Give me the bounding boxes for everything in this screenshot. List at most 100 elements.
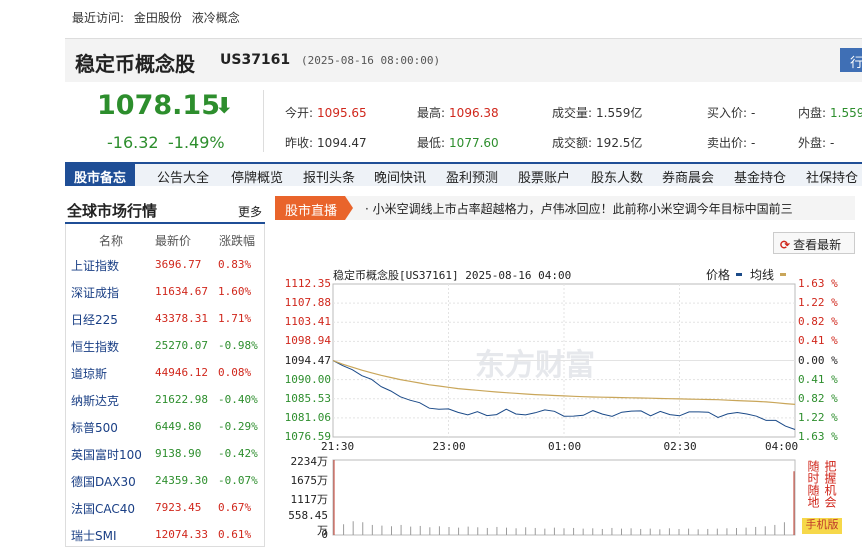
market-row[interactable]: 恒生指数 25270.07 -0.98% <box>66 332 266 359</box>
market-row[interactable]: 深证成指 11634.67 1.60% <box>66 278 266 305</box>
low-value: 1077.60 <box>449 136 499 150</box>
market-row[interactable]: 英国富时100 9138.90 -0.42% <box>66 440 266 467</box>
high-value: 1096.38 <box>449 106 499 120</box>
volume-label: 成交量: <box>552 106 593 120</box>
market-price: 6449.80 <box>155 420 202 433</box>
market-price: 43378.31 <box>155 312 208 325</box>
low-cell: 最低: 1077.60 <box>417 134 499 151</box>
market-name[interactable]: 上证指数 <box>71 257 119 274</box>
nav-item-7[interactable]: 券商晨会 <box>662 167 714 186</box>
x-tick-label: 23:00 <box>432 440 466 453</box>
volume-value: 1.559亿 <box>596 106 643 120</box>
sub-nav: 股市备忘 公告大全 停牌概览 报刊头条 晚间快讯 盈利预测 股票账户 股东人数 … <box>65 162 862 186</box>
open-value: 1095.65 <box>317 106 367 120</box>
recent-link-0[interactable]: 金田股份 <box>134 11 182 25</box>
live-tag-tip <box>345 196 353 220</box>
legend-avg-swatch <box>780 273 787 276</box>
pct-tick-label: 0.82 % <box>798 391 838 405</box>
top-bar: 最近访问: 金田股份 液冷概念 <box>0 0 862 36</box>
market-name[interactable]: 日经225 <box>71 311 118 328</box>
mobile-text-line: 把握机会 <box>823 460 837 508</box>
market-row[interactable]: 标普500 6449.80 -0.29% <box>66 413 266 440</box>
mobile-promo[interactable]: 随时随地 把握机会 手机版 <box>802 460 842 534</box>
nav-active-tab[interactable]: 股市备忘 <box>65 164 135 186</box>
x-tick-label: 21:30 <box>321 440 355 453</box>
open-label: 今开: <box>285 106 314 120</box>
nav-item-6[interactable]: 股东人数 <box>591 167 643 186</box>
pct-tick-label: 0.41 % <box>798 334 838 348</box>
trade-button[interactable]: 行 <box>840 48 862 72</box>
y-tick-label: 1103.41 <box>284 315 331 329</box>
volume-tick-label: 1675万 <box>290 473 329 487</box>
legend-price-label: 价格 <box>706 268 731 282</box>
recent-visits: 最近访问: 金田股份 液冷概念 <box>72 9 240 26</box>
ask-label: 卖出价: <box>707 136 748 150</box>
bid-cell: 买入价: - <box>707 104 755 121</box>
market-change: -0.98% <box>218 339 258 352</box>
x-tick-label: 02:30 <box>663 440 697 453</box>
prev-close-cell: 昨收: 1094.47 <box>285 134 367 151</box>
market-row[interactable]: 日经225 43378.31 1.71% <box>66 305 266 332</box>
price-change-pct: -1.49% <box>168 133 225 152</box>
nav-item-4[interactable]: 盈利预测 <box>446 167 498 186</box>
volume-tick-label: 0 <box>321 528 328 541</box>
inner-label: 内盘: <box>798 106 827 120</box>
market-change: -0.40% <box>218 393 258 406</box>
stock-name: 稳定币概念股 <box>75 52 195 76</box>
volume-tick-label: 1117万 <box>290 492 329 506</box>
market-row[interactable]: 道琼斯 44946.12 0.08% <box>66 359 266 386</box>
y-tick-label: 1085.53 <box>284 391 331 405</box>
market-name[interactable]: 德国DAX30 <box>71 473 136 490</box>
market-name[interactable]: 深证成指 <box>71 284 119 301</box>
market-name[interactable]: 法国CAC40 <box>71 500 135 517</box>
market-row[interactable]: 纳斯达克 21622.98 -0.40% <box>66 386 266 413</box>
refresh-label: 查看最新 <box>793 238 842 252</box>
market-price: 24359.30 <box>155 474 208 487</box>
more-link[interactable]: 更多 <box>238 203 262 220</box>
market-price: 9138.90 <box>155 447 202 460</box>
nav-item-2[interactable]: 报刊头条 <box>303 167 355 186</box>
market-name[interactable]: 标普500 <box>71 419 118 436</box>
live-news-link[interactable]: · 小米空调线上市占率超越格力，卢伟冰回应！此前称小米空调今年目标中国前三 <box>365 200 855 217</box>
nav-item-0[interactable]: 公告大全 <box>157 167 209 186</box>
nav-item-5[interactable]: 股票账户 <box>518 167 570 186</box>
col-header-price: 最新价 <box>155 234 192 248</box>
nav-item-1[interactable]: 停牌概览 <box>231 167 283 186</box>
market-change: 0.08% <box>218 366 252 379</box>
market-change: -0.07% <box>218 474 258 487</box>
y-tick-label: 1090.00 <box>284 372 331 386</box>
bid-label: 买入价: <box>707 106 748 120</box>
live-tag: 股市直播 <box>275 196 345 220</box>
x-tick-label: 01:00 <box>548 440 582 453</box>
market-name[interactable]: 英国富时100 <box>71 446 142 463</box>
pct-tick-label: 1.63 % <box>798 430 838 443</box>
market-change: 1.71% <box>218 312 252 325</box>
market-row[interactable]: 法国CAC40 7923.45 0.67% <box>66 494 266 521</box>
recent-link-1[interactable]: 液冷概念 <box>192 11 240 25</box>
live-ticker: 股市直播 · 小米空调线上市占率超越格力，卢伟冰回应！此前称小米空调今年目标中国… <box>275 196 855 220</box>
market-row[interactable]: 瑞士SMI 12074.33 0.61% <box>66 521 266 548</box>
market-row[interactable]: 德国DAX30 24359.30 -0.07% <box>66 467 266 494</box>
y-tick-label: 1094.47 <box>284 353 331 367</box>
nav-item-9[interactable]: 社保持仓 <box>806 167 858 186</box>
chart-legend: 价格 均线 <box>706 266 787 283</box>
nav-item-3[interactable]: 晚间快讯 <box>374 167 426 186</box>
nav-item-8[interactable]: 基金持仓 <box>734 167 786 186</box>
prev-label: 昨收: <box>285 136 314 150</box>
market-name[interactable]: 瑞士SMI <box>71 527 117 544</box>
chart-title: 稳定币概念股[US37161] 2025-08-16 04:00 <box>333 269 572 282</box>
market-name[interactable]: 道琼斯 <box>71 365 107 382</box>
market-price: 44946.12 <box>155 366 208 379</box>
last-price: 1078.15 <box>97 90 220 121</box>
amount-label: 成交额: <box>552 136 593 150</box>
market-name[interactable]: 纳斯达克 <box>71 392 119 409</box>
col-header-name: 名称 <box>99 234 124 248</box>
market-name[interactable]: 恒生指数 <box>71 338 119 355</box>
quote-time: (2025-08-16 08:00:00) <box>301 54 441 67</box>
x-tick-label: 04:00 <box>765 440 799 453</box>
y-tick-label: 1107.88 <box>284 296 331 310</box>
market-row[interactable]: 上证指数 3696.77 0.83% <box>66 251 266 278</box>
y-tick-label: 1098.94 <box>284 334 331 348</box>
market-price: 11634.67 <box>155 285 208 298</box>
refresh-button[interactable]: ⟳ 查看最新 <box>773 232 855 254</box>
